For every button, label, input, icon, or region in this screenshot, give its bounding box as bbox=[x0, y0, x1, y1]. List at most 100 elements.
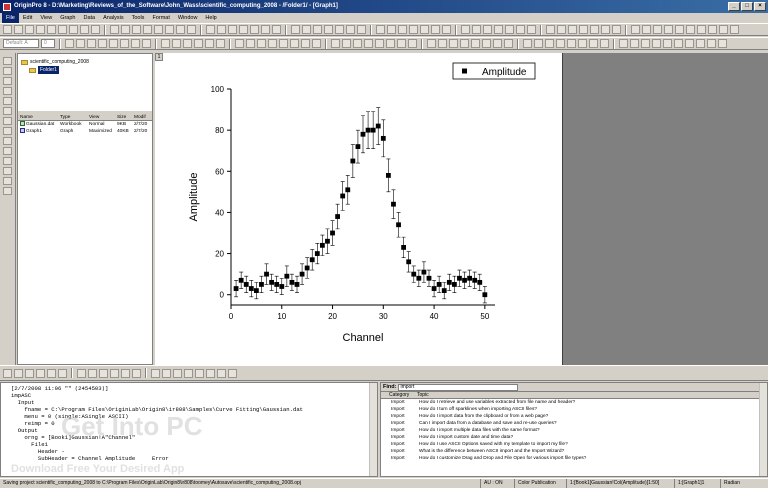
toolbar-button[interactable] bbox=[246, 39, 255, 48]
toolbar-button[interactable] bbox=[206, 25, 215, 34]
toolbar-button[interactable] bbox=[173, 368, 182, 378]
toolbar-button[interactable] bbox=[65, 39, 74, 48]
toolbar-button[interactable] bbox=[132, 368, 141, 378]
toolbar-button[interactable] bbox=[194, 39, 203, 48]
toolbar-button[interactable] bbox=[154, 25, 163, 34]
toolbar-button[interactable] bbox=[641, 39, 650, 48]
toolbar-button[interactable] bbox=[386, 39, 395, 48]
toolbar-button[interactable] bbox=[3, 127, 12, 135]
toolbar-button[interactable] bbox=[567, 39, 576, 48]
toolbar-button[interactable] bbox=[409, 25, 418, 34]
toolbar-button[interactable] bbox=[505, 25, 514, 34]
toolbar-button[interactable] bbox=[36, 368, 45, 378]
toolbar-button[interactable] bbox=[719, 25, 728, 34]
find-result-row[interactable]: Import How do I import custom date and ti… bbox=[381, 434, 767, 441]
menu-tools[interactable]: Tools bbox=[128, 13, 149, 23]
toolbar-button[interactable] bbox=[25, 25, 34, 34]
toolbar-button[interactable] bbox=[217, 368, 226, 378]
toolbar-button[interactable] bbox=[438, 39, 447, 48]
find-scrollbar[interactable] bbox=[759, 383, 767, 476]
maximize-button[interactable]: □ bbox=[741, 2, 753, 11]
toolbar-button[interactable] bbox=[557, 25, 566, 34]
find-result-row[interactable]: Import How do I retrieve and use variable… bbox=[381, 399, 767, 406]
toolbar-button[interactable] bbox=[420, 25, 429, 34]
col-view[interactable]: View bbox=[87, 114, 115, 120]
menu-edit[interactable]: Edit bbox=[19, 13, 36, 23]
toolbar-button[interactable] bbox=[324, 25, 333, 34]
toolbar-button[interactable] bbox=[619, 39, 628, 48]
menu-analysis[interactable]: Analysis bbox=[99, 13, 127, 23]
toolbar-button[interactable] bbox=[674, 39, 683, 48]
toolbar-button[interactable] bbox=[686, 25, 695, 34]
toolbar-button[interactable] bbox=[427, 39, 436, 48]
toolbar-button[interactable] bbox=[3, 107, 12, 115]
toolbar-button[interactable] bbox=[14, 25, 23, 34]
file-row-gaussian[interactable]: Gaussian.dat Workbook Normal 9KB 2/7/20 bbox=[18, 121, 152, 128]
font-combo[interactable]: Default: A bbox=[3, 39, 39, 48]
toolbar-button[interactable] bbox=[387, 25, 396, 34]
toolbar-button[interactable] bbox=[69, 25, 78, 34]
toolbar-button[interactable] bbox=[460, 39, 469, 48]
menu-help[interactable]: Help bbox=[201, 13, 220, 23]
toolbar-button[interactable] bbox=[483, 25, 492, 34]
file-row-graph1[interactable]: Graph1 Graph Maximized 40KB 2/7/20 bbox=[18, 128, 152, 135]
toolbar-button[interactable] bbox=[80, 25, 89, 34]
toolbar-button[interactable] bbox=[151, 368, 160, 378]
toolbar-button[interactable] bbox=[268, 39, 277, 48]
toolbar-button[interactable] bbox=[3, 157, 12, 165]
toolbar-button[interactable] bbox=[353, 39, 362, 48]
command-window[interactable]: [2/7/2008 11:06 "" (2454503)] impASC Inpu… bbox=[0, 382, 378, 477]
toolbar-button[interactable] bbox=[516, 25, 525, 34]
command-scrollbar[interactable] bbox=[369, 383, 377, 476]
toolbar-button[interactable] bbox=[482, 39, 491, 48]
toolbar-button[interactable] bbox=[272, 25, 281, 34]
toolbar-button[interactable] bbox=[546, 25, 555, 34]
toolbar-button[interactable] bbox=[471, 39, 480, 48]
toolbar-button[interactable] bbox=[301, 39, 310, 48]
toolbar-button[interactable] bbox=[600, 39, 609, 48]
toolbar-button[interactable] bbox=[527, 25, 536, 34]
menu-graph[interactable]: Graph bbox=[56, 13, 79, 23]
toolbar-button[interactable] bbox=[630, 39, 639, 48]
col-type[interactable]: Type bbox=[58, 114, 87, 120]
toolbar-button[interactable] bbox=[461, 25, 470, 34]
toolbar-button[interactable] bbox=[556, 39, 565, 48]
toolbar-button[interactable] bbox=[257, 39, 266, 48]
toolbar-button[interactable] bbox=[143, 25, 152, 34]
toolbar-button[interactable] bbox=[195, 368, 204, 378]
toolbar-button[interactable] bbox=[675, 25, 684, 34]
find-result-row[interactable]: Import What is the difference between ASC… bbox=[381, 448, 767, 455]
toolbar-button[interactable] bbox=[216, 39, 225, 48]
toolbar-button[interactable] bbox=[110, 368, 119, 378]
find-result-row[interactable]: Import How do I import data from the clip… bbox=[381, 413, 767, 420]
legend[interactable]: Amplitude bbox=[452, 62, 536, 80]
menu-file[interactable]: File bbox=[2, 13, 19, 23]
toolbar-button[interactable] bbox=[442, 25, 451, 34]
toolbar-button[interactable] bbox=[25, 368, 34, 378]
find-result-row[interactable]: Import How do I customize Drag and Drop a… bbox=[381, 455, 767, 462]
toolbar-button[interactable] bbox=[3, 97, 12, 105]
toolbar-button[interactable] bbox=[165, 25, 174, 34]
toolbar-button[interactable] bbox=[408, 39, 417, 48]
toolbar-button[interactable] bbox=[431, 25, 440, 34]
toolbar-button[interactable] bbox=[696, 39, 705, 48]
toolbar-button[interactable] bbox=[47, 25, 56, 34]
col-category[interactable]: Category bbox=[389, 392, 417, 398]
toolbar-button[interactable] bbox=[58, 25, 67, 34]
toolbar-button[interactable] bbox=[449, 39, 458, 48]
toolbar-button[interactable] bbox=[47, 368, 56, 378]
toolbar-button[interactable] bbox=[291, 25, 300, 34]
toolbar-button[interactable] bbox=[110, 25, 119, 34]
toolbar-button[interactable] bbox=[98, 39, 107, 48]
toolbar-button[interactable] bbox=[183, 39, 192, 48]
find-result-row[interactable]: Import How do I turn off sparklines when … bbox=[381, 406, 767, 413]
toolbar-button[interactable] bbox=[342, 39, 351, 48]
tree-folder-node[interactable]: Folder1 bbox=[21, 66, 149, 74]
menu-format[interactable]: Format bbox=[148, 13, 173, 23]
toolbar-button[interactable] bbox=[375, 39, 384, 48]
toolbar-button[interactable] bbox=[132, 25, 141, 34]
toolbar-button[interactable] bbox=[120, 39, 129, 48]
toolbar-button[interactable] bbox=[601, 25, 610, 34]
toolbar-button[interactable] bbox=[364, 39, 373, 48]
toolbar-button[interactable] bbox=[228, 25, 237, 34]
